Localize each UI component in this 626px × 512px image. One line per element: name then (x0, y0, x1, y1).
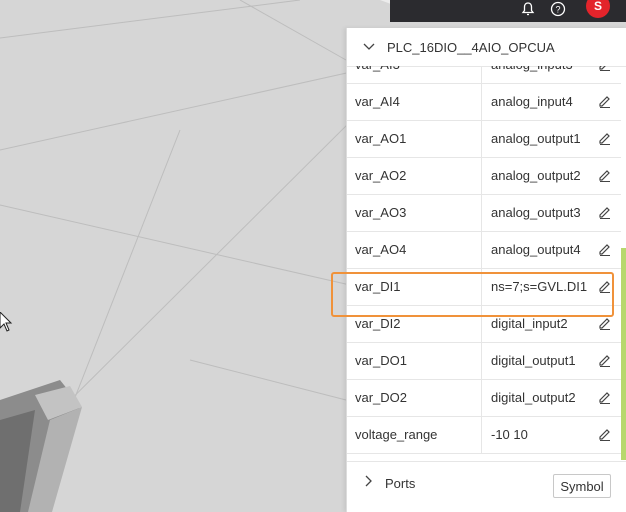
property-value: analog_input3 (491, 66, 573, 83)
property-value: digital_output1 (491, 353, 576, 368)
column-divider (481, 342, 482, 379)
property-key: var_AO1 (355, 131, 407, 146)
panel-header[interactable]: PLC_16DIO__4AIO_OPCUA (347, 28, 626, 67)
property-key: var_AI3 (355, 66, 400, 83)
selection-highlight (331, 272, 614, 317)
property-value: analog_input4 (491, 94, 573, 109)
edit-icon[interactable] (597, 426, 613, 442)
top-toolbar: ? S (390, 0, 626, 22)
mouse-cursor-icon (0, 311, 14, 339)
property-key: var_AI4 (355, 94, 400, 109)
property-value: analog_output4 (491, 242, 581, 257)
ports-section[interactable]: Ports Symbol (347, 461, 626, 504)
property-key: var_DO1 (355, 353, 408, 368)
column-divider (481, 120, 482, 157)
svg-text:?: ? (555, 5, 560, 15)
edit-icon[interactable] (597, 389, 613, 405)
property-row: voltage_range -10 10 (347, 416, 621, 454)
column-divider (481, 83, 482, 120)
column-divider (481, 157, 482, 194)
column-divider (481, 416, 482, 453)
property-value: digital_output2 (491, 390, 576, 405)
chevron-right-icon[interactable] (365, 475, 377, 489)
ports-label: Ports (385, 475, 416, 491)
property-row: var_AO3 analog_output3 (347, 194, 621, 232)
property-value: -10 10 (491, 427, 528, 442)
property-row: var_DO1 digital_output1 (347, 342, 621, 380)
property-key: var_AO4 (355, 242, 407, 257)
symbol-button[interactable]: Symbol (553, 474, 611, 498)
property-row: var_DO2 digital_output2 (347, 379, 621, 417)
property-key: var_AO3 (355, 205, 407, 220)
help-icon[interactable]: ? (548, 0, 568, 18)
property-key: var_DO2 (355, 390, 408, 405)
property-value: analog_output3 (491, 205, 581, 220)
column-divider (481, 194, 482, 231)
property-row: var_AI3 analog_input3 (347, 66, 621, 84)
edit-icon[interactable] (597, 93, 613, 109)
property-value: analog_output2 (491, 168, 581, 183)
scrollbar[interactable] (621, 248, 626, 460)
edit-icon[interactable] (597, 241, 613, 257)
property-row: var_AO4 analog_output4 (347, 231, 621, 269)
property-key: var_AO2 (355, 168, 407, 183)
edit-icon[interactable] (597, 66, 613, 72)
property-row: var_AO1 analog_output1 (347, 120, 621, 158)
edit-icon[interactable] (597, 315, 613, 331)
chevron-down-icon[interactable] (363, 43, 377, 51)
bell-icon[interactable] (518, 0, 538, 18)
user-avatar[interactable]: S (586, 0, 610, 18)
property-list: var_AI3 analog_input3 var_AI4 analog_inp… (347, 66, 621, 461)
column-divider (481, 379, 482, 416)
property-row: var_AO2 analog_output2 (347, 157, 621, 195)
edit-icon[interactable] (597, 204, 613, 220)
properties-panel: PLC_16DIO__4AIO_OPCUA var_AI3 analog_inp… (346, 28, 626, 512)
column-divider (481, 66, 482, 83)
property-value: analog_output1 (491, 131, 581, 146)
edit-icon[interactable] (597, 352, 613, 368)
panel-title: PLC_16DIO__4AIO_OPCUA (387, 39, 555, 55)
property-key: voltage_range (355, 427, 438, 442)
edit-icon[interactable] (597, 167, 613, 183)
column-divider (481, 231, 482, 268)
edit-icon[interactable] (597, 130, 613, 146)
property-row: var_AI4 analog_input4 (347, 83, 621, 121)
